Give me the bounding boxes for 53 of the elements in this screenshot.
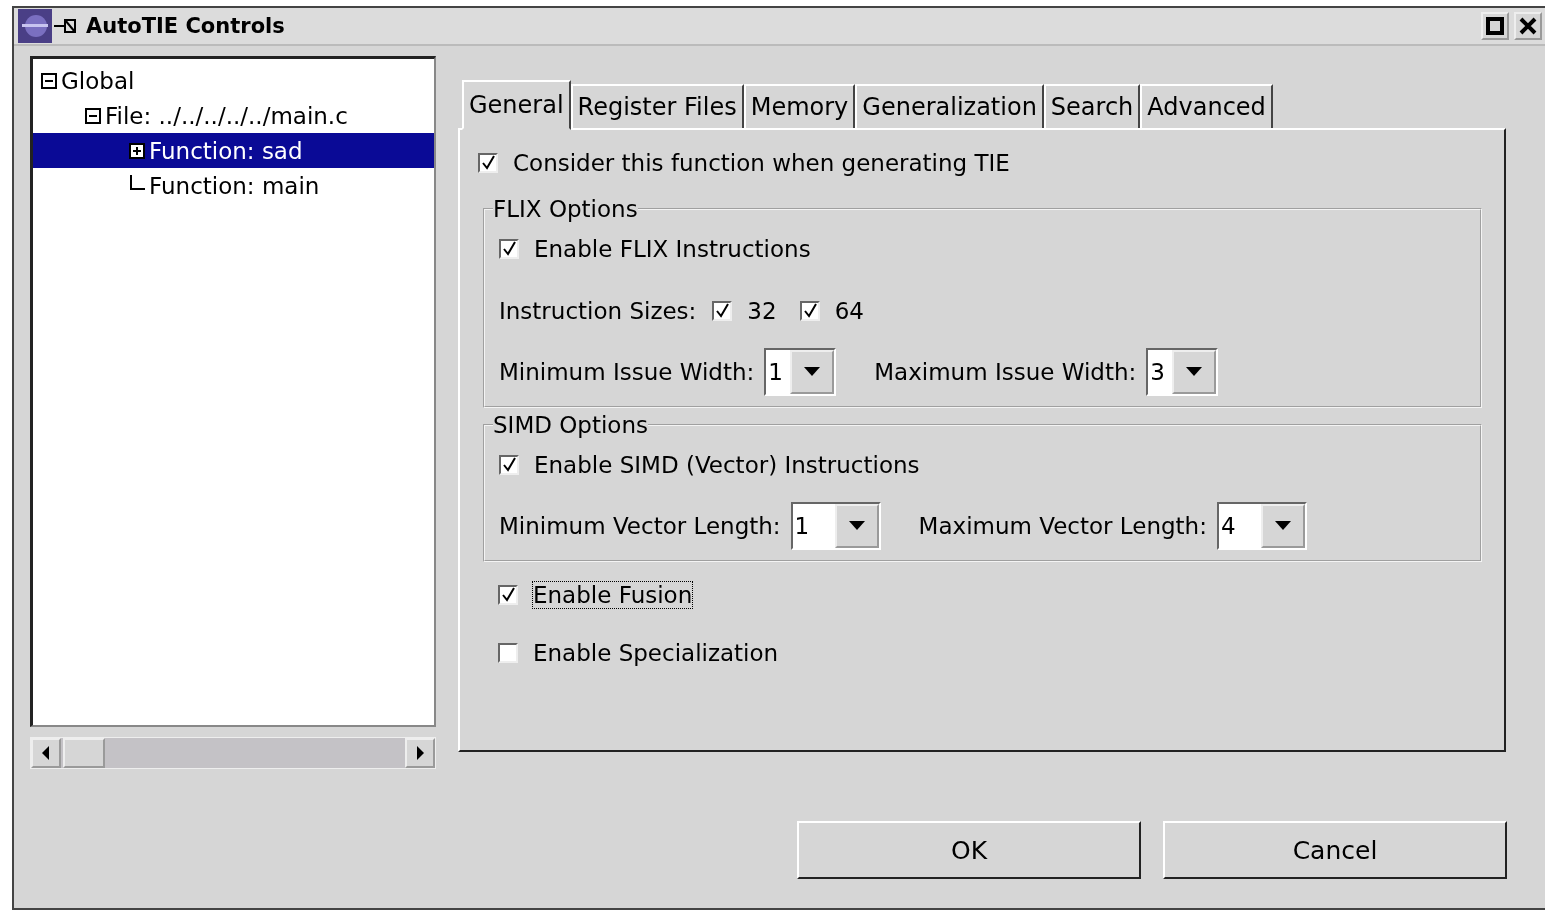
close-button[interactable]: [1514, 12, 1542, 40]
dropdown[interactable]: 3: [1146, 348, 1219, 396]
collapse-icon[interactable]: [85, 107, 101, 124]
checkbox-box[interactable]: [478, 153, 498, 173]
tree-item[interactable]: File: ../../../../../main.c: [33, 98, 434, 133]
checkbox-box[interactable]: [712, 301, 733, 321]
horizontal-scrollbar[interactable]: [30, 737, 436, 769]
field-label: Instruction Sizes:: [499, 298, 697, 324]
checkbox-box[interactable]: [499, 455, 519, 475]
tab[interactable]: General: [462, 80, 571, 130]
checkbox[interactable]: 32: [712, 297, 778, 325]
dropdown[interactable]: 1: [790, 502, 881, 550]
checkbox-label: 32: [746, 297, 778, 325]
checkbox[interactable]: 64: [799, 297, 865, 325]
tab[interactable]: Search: [1043, 84, 1141, 128]
checkbox-box[interactable]: [498, 643, 518, 663]
checkbox-label: Enable Fusion: [532, 581, 694, 609]
left-arrow-icon: [41, 746, 51, 760]
dialog-button[interactable]: OK: [797, 821, 1141, 879]
app-icon: [18, 9, 52, 43]
expand-icon[interactable]: [129, 142, 145, 159]
field-label: Minimum Vector Length:: [499, 513, 781, 539]
dropdown[interactable]: 1: [764, 348, 837, 396]
scroll-thumb[interactable]: [63, 738, 105, 768]
checkbox-label: 64: [833, 297, 865, 325]
group-title: SIMD Options: [493, 412, 648, 438]
maximize-button[interactable]: [1481, 12, 1509, 40]
tab[interactable]: Register Files: [570, 84, 744, 128]
scroll-left-button[interactable]: [31, 738, 61, 768]
scroll-right-button[interactable]: [405, 738, 435, 768]
dialog-button[interactable]: Cancel: [1163, 821, 1507, 879]
tab[interactable]: Memory: [743, 84, 856, 128]
tab[interactable]: Advanced: [1140, 84, 1273, 128]
tree-item[interactable]: Function: main: [33, 168, 434, 203]
right-arrow-icon: [415, 746, 425, 760]
field-label: Maximum Issue Width:: [874, 359, 1137, 385]
field-label: Minimum Issue Width:: [499, 359, 755, 385]
tree-item[interactable]: Global: [33, 63, 434, 98]
caret-icon: [804, 367, 821, 377]
caret-icon: [1274, 521, 1291, 531]
collapse-icon[interactable]: [41, 72, 57, 89]
group-title: FLIX Options: [493, 196, 638, 222]
field-label: Maximum Vector Length:: [918, 513, 1207, 539]
caret-icon: [848, 521, 865, 531]
dropdown[interactable]: 4: [1216, 502, 1307, 550]
checkbox-box[interactable]: [799, 301, 820, 321]
checkbox-box[interactable]: [499, 239, 519, 259]
caret-icon: [1186, 367, 1203, 377]
checkbox[interactable]: Enable Fusion: [498, 581, 694, 609]
window-title: AutoTIE Controls: [86, 14, 285, 38]
tab[interactable]: Generalization: [855, 84, 1044, 128]
checkbox-box[interactable]: [498, 585, 518, 605]
tree-item[interactable]: Function: sad: [33, 133, 434, 168]
